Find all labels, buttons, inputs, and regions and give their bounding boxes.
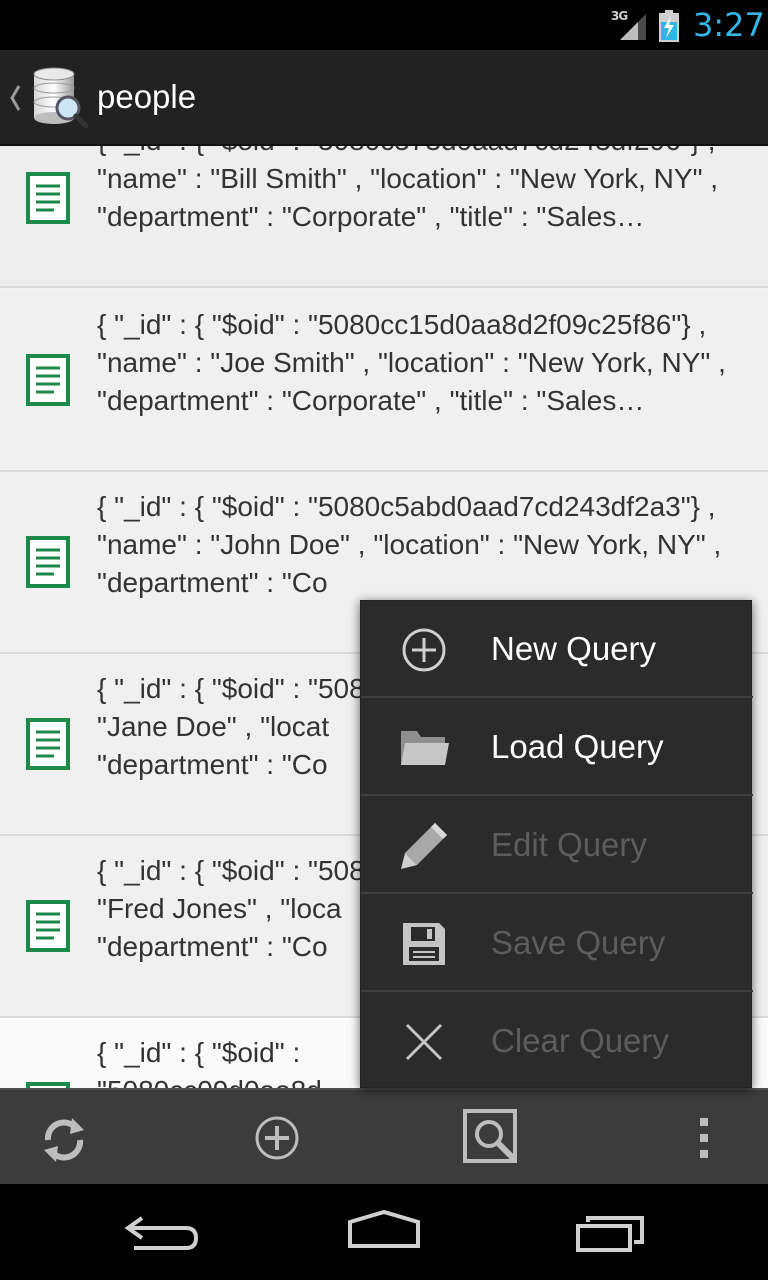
document-json: { "_id" : { "$oid" : "5080cc15d0aa8d2f09… (97, 309, 734, 416)
list-item[interactable]: { "_id" : { "$oid" : "5080c573d0aad7cd24… (0, 146, 768, 288)
document-icon (26, 172, 70, 224)
menu-item-new-query[interactable]: New Query (361, 601, 753, 698)
document-json: { "_id" : { "$oid" : "5080c5abd0aad7cd24… (97, 491, 730, 598)
signal-icon (620, 14, 646, 40)
menu-item-label: Clear Query (491, 1022, 669, 1059)
back-chevron-icon[interactable] (8, 80, 22, 116)
clock: 3:27 (693, 6, 765, 44)
action-bar: people (0, 50, 768, 146)
query-icon[interactable] (462, 1108, 520, 1166)
save-icon (403, 923, 445, 965)
overflow-icon[interactable] (696, 1116, 712, 1160)
pencil-icon (401, 823, 447, 869)
document-icon (26, 718, 70, 770)
add-circle-icon (402, 628, 446, 672)
menu-item-save-query[interactable]: Save Query (361, 895, 753, 992)
bottom-action-bar (0, 1088, 768, 1184)
document-json: { "_id" : { "$oid" : "5080c573d0aad7cd24… (97, 146, 719, 232)
battery-charging-icon (659, 10, 679, 42)
home-icon[interactable] (334, 1202, 434, 1262)
folder-icon (401, 731, 449, 765)
menu-item-label: Edit Query (491, 826, 647, 863)
menu-item-label: New Query (491, 630, 657, 667)
menu-item-label: Load Query (491, 728, 664, 765)
menu-item-edit-query[interactable]: Edit Query (361, 797, 753, 894)
back-icon[interactable] (114, 1202, 214, 1262)
status-bar: 3G 3:27 (0, 0, 768, 50)
document-icon (26, 354, 70, 406)
menu-item-clear-query[interactable]: Clear Query (361, 993, 753, 1090)
document-icon (26, 536, 70, 588)
navigation-bar (0, 1184, 768, 1280)
overflow-menu: New Query Load Query Edit Query Save Que… (360, 600, 753, 1090)
recent-apps-icon[interactable] (562, 1202, 662, 1262)
refresh-icon[interactable] (38, 1114, 90, 1166)
list-item[interactable]: { "_id" : { "$oid" : "5080cc15d0aa8d2f09… (0, 290, 768, 472)
close-icon (405, 1023, 443, 1061)
menu-item-label: Save Query (491, 924, 666, 961)
page-title: people (97, 78, 197, 115)
menu-item-load-query[interactable]: Load Query (361, 699, 753, 796)
document-icon (26, 900, 70, 952)
database-search-icon[interactable] (30, 66, 88, 130)
add-icon[interactable] (253, 1114, 301, 1162)
